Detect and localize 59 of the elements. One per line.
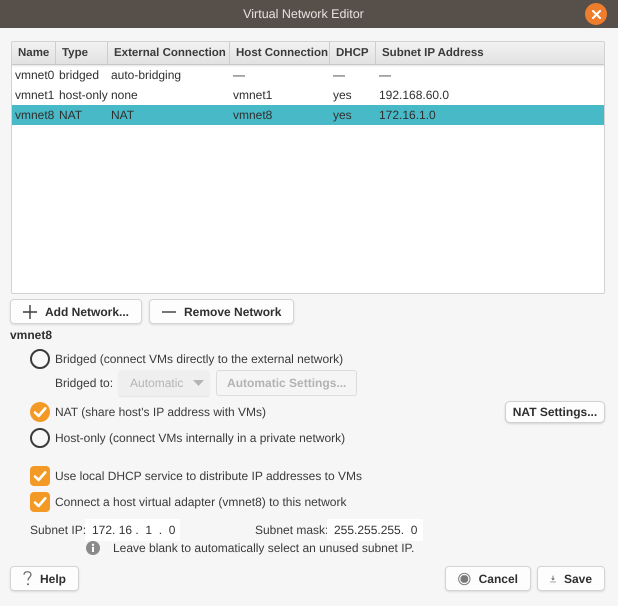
table-cell-text: vmnet1	[14, 88, 56, 102]
checkbox-label: Connect a host virtual adapter (vmnet8) to this network	[55, 495, 346, 509]
table-cell-text: —	[378, 68, 392, 82]
caret-icon	[193, 380, 204, 386]
table-cell-text: yes	[332, 108, 353, 122]
table-cell-text: 172.16.1.0	[378, 108, 437, 122]
table-cell-text: auto-bridging	[110, 68, 182, 82]
column-header[interactable]: Type	[56, 42, 108, 64]
stop-icon	[458, 570, 471, 586]
radio-button[interactable]	[30, 428, 50, 448]
table-row[interactable]: vmnet8 NAT NAT vmnet8 yes 172.16.1.0	[12, 105, 604, 125]
table-cell-text: —	[332, 68, 346, 82]
save-button[interactable]: Save	[537, 566, 605, 591]
column-header[interactable]: Subnet IP Address	[376, 42, 604, 64]
table-cell-text: NAT	[58, 108, 84, 122]
table-cell-text: NAT	[110, 108, 136, 122]
checkbox-label: Use local DHCP service to distribute IP addresses to VMs	[55, 469, 362, 483]
table-cell-text: —	[232, 68, 246, 82]
close-button[interactable]	[585, 3, 607, 25]
field-label: Subnet mask:	[255, 523, 327, 537]
table-cell-text: vmnet8	[232, 108, 274, 122]
subnet-mask-field[interactable]: 255.255.255. 0	[327, 519, 423, 541]
radio-label: NAT (share host's IP address with VMs)	[55, 405, 266, 419]
radio-label: Bridged (connect VMs directly to the external network)	[55, 352, 344, 366]
field-label: Subnet IP:	[30, 523, 85, 537]
checkbox[interactable]	[30, 492, 50, 512]
table-row[interactable]: vmnet1 host-only none vmnet1 yes 192.168.60.0	[12, 85, 604, 105]
column-header[interactable]: Host Connection	[230, 42, 330, 64]
column-header[interactable]: DHCP	[330, 42, 376, 64]
table-cell-text: bridged	[58, 68, 100, 82]
close-icon	[592, 10, 600, 18]
window-title: Virtual Network Editor	[243, 7, 364, 21]
plus-icon	[23, 304, 37, 318]
help-button[interactable]: Help	[10, 566, 79, 591]
subnet-ip-field[interactable]: 172. 16 . 1 . 0	[85, 519, 180, 541]
table-cell-text: 192.168.60.0	[378, 88, 450, 102]
info-icon	[86, 541, 100, 555]
table-cell-text: host-only	[58, 88, 108, 102]
radio-label: Host-only (connect VMs internally in a private network)	[55, 431, 346, 445]
cancel-button[interactable]: Cancel	[445, 566, 531, 591]
help-icon	[23, 571, 32, 586]
settings-button[interactable]: NAT Settings...	[505, 401, 605, 423]
radio-button[interactable]	[30, 402, 50, 422]
radio-button[interactable]	[30, 349, 50, 369]
table-cell-text: vmnet1	[232, 88, 274, 102]
table-cell-text: yes	[332, 88, 353, 102]
section-heading: vmnet8	[10, 328, 52, 342]
table-cell-text: none	[110, 88, 139, 102]
table-cell-text: vmnet8	[14, 108, 56, 122]
table-row[interactable]: vmnet0 bridged auto-bridging — — —	[12, 65, 604, 85]
table-cell-text: vmnet0	[14, 68, 56, 82]
minus-icon	[162, 310, 176, 312]
remove-network-button[interactable]: Remove Network	[149, 299, 294, 324]
field-label: Bridged to:	[55, 376, 114, 390]
add-network-button[interactable]: Add Network...	[10, 299, 142, 324]
hint-text: Leave blank to automatically select an unused subnet IP.	[113, 541, 414, 555]
column-header[interactable]: External Connection	[108, 42, 230, 64]
checkbox[interactable]	[30, 466, 50, 486]
column-header[interactable]: Name	[12, 42, 56, 64]
